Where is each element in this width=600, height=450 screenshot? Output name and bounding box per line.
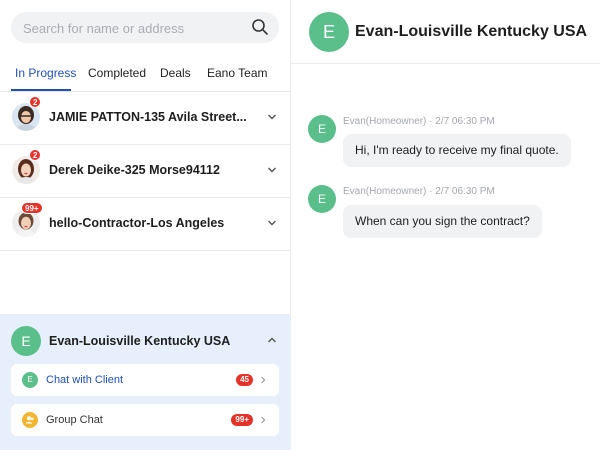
active-tab-indicator [11, 89, 71, 91]
tab-bar: In Progress Completed Deals Eano Team [0, 66, 291, 92]
conversation-item[interactable]: 2 Derek Deike-325 Morse94112 [0, 145, 291, 198]
tab-completed[interactable]: Completed [88, 66, 146, 80]
chevron-down-icon[interactable] [267, 165, 277, 175]
chat-header: E Evan-Louisville Kentucky USA [291, 0, 600, 64]
group-chat-label: Group Chat [46, 414, 103, 426]
active-conversation-title[interactable]: Evan-Louisville Kentucky USA [49, 334, 230, 348]
message-bubble: When can you sign the contract? [343, 205, 542, 238]
chat-title: Evan-Louisville Kentucky USA [355, 23, 588, 40]
chevron-up-icon[interactable] [267, 335, 277, 345]
chevron-right-icon [261, 376, 266, 384]
avatar: E [308, 115, 336, 143]
message-bubble: Hi, I'm ready to receive my final quote. [343, 134, 571, 167]
tab-eano-team[interactable]: Eano Team [207, 66, 268, 80]
chevron-right-icon [261, 416, 266, 424]
chat-with-client-item[interactable]: E Chat with Client 45 [11, 364, 279, 396]
tab-deals[interactable]: Deals [160, 66, 191, 80]
unread-badge: 2 [29, 149, 42, 161]
unread-badge: 2 [29, 96, 42, 108]
avatar: E [11, 326, 41, 356]
conversation-item[interactable]: 2 JAMIE PATTON-135 Avila Street... [0, 92, 291, 145]
search-input[interactable]: Search for name or address [11, 12, 279, 43]
avatar: E [308, 185, 336, 213]
tab-in-progress[interactable]: In Progress [15, 66, 76, 80]
unread-badge: 99+ [231, 414, 253, 426]
search-icon[interactable] [251, 18, 269, 36]
unread-badge: 45 [236, 374, 253, 386]
chevron-down-icon[interactable] [267, 218, 277, 228]
chat-pane: E Evan-Louisville Kentucky USA E Evan(Ho… [291, 0, 600, 450]
chevron-down-icon[interactable] [267, 112, 277, 122]
conversation-name: JAMIE PATTON-135 Avila Street... [49, 110, 247, 124]
conversation-name: Derek Deike-325 Morse94112 [49, 163, 220, 177]
search-placeholder: Search for name or address [23, 21, 185, 36]
conversation-sidebar: Search for name or address In Progress C… [0, 0, 291, 450]
avatar: E [22, 372, 38, 388]
message-meta: Evan(Homeowner) · 2/7 06:30 PM [343, 116, 495, 127]
avatar: E [309, 12, 349, 52]
conversation-name: hello-Contractor-Los Angeles [49, 216, 225, 230]
conversation-item[interactable]: 99+ hello-Contractor-Los Angeles [0, 198, 291, 251]
chat-with-client-label: Chat with Client [46, 374, 124, 386]
unread-badge: 99+ [21, 202, 43, 214]
active-conversation-panel: E Evan-Louisville Kentucky USA E Chat wi… [0, 314, 291, 450]
group-chat-item[interactable]: Group Chat 99+ [11, 404, 279, 436]
group-icon [22, 412, 38, 428]
message-meta: Evan(Homeowner) · 2/7 06:30 PM [343, 186, 495, 197]
